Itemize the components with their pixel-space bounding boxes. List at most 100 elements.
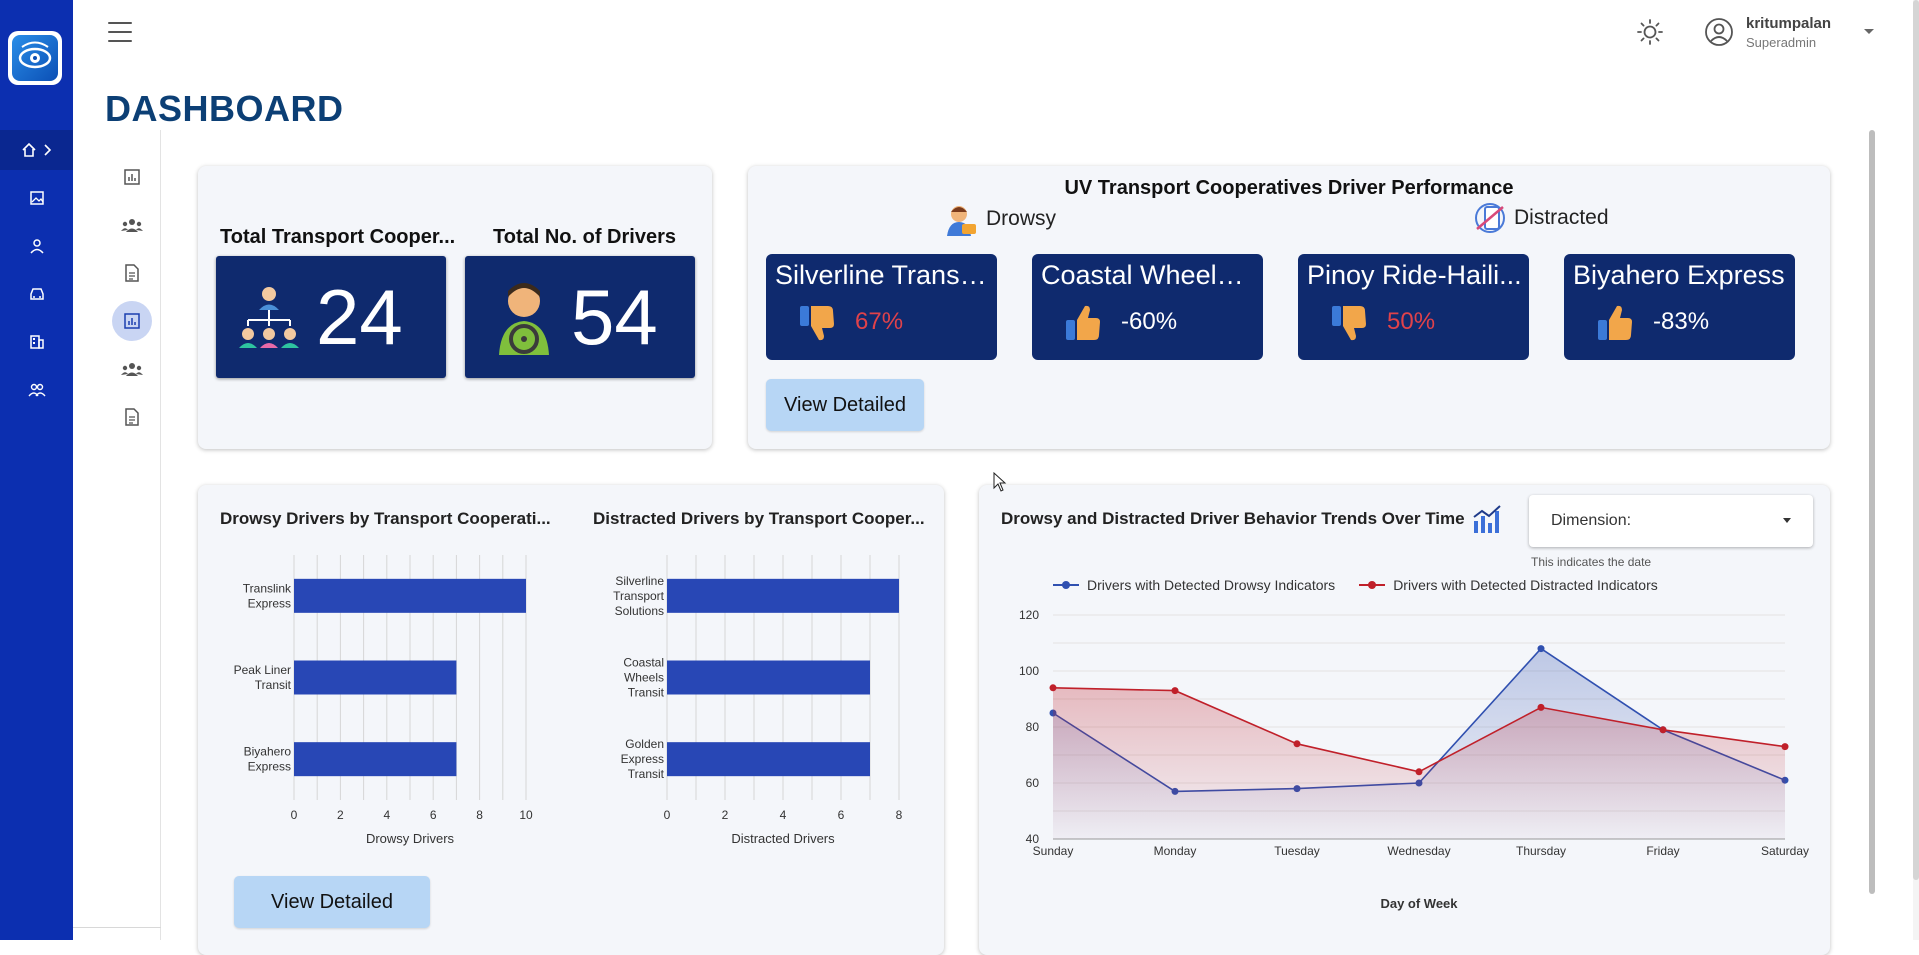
bar-charts-svg: Translink Express Peak Liner Transit Biyaher… — [234, 555, 903, 846]
legend-drowsy: Drowsy — [944, 202, 1056, 236]
x-tick-label: 6 — [838, 808, 845, 822]
subrail-divider — [160, 130, 161, 940]
legend-distracted-series[interactable]: Drivers with Detected Distracted Indicat… — [1359, 577, 1658, 593]
building-icon — [29, 335, 44, 349]
kpi-card: Total Transport Cooper... Total No. of D… — [198, 166, 712, 449]
y-tick-label: 80 — [1026, 720, 1040, 734]
bar — [294, 660, 457, 695]
trend-chart-title: Drowsy and Distracted Driver Behavior Tr… — [1001, 509, 1465, 528]
legend-distracted: Distracted — [1474, 202, 1609, 234]
x-tick-label: 2 — [337, 808, 344, 822]
distracted-chart-title: Distracted Drivers by Transport Cooper..… — [593, 509, 925, 528]
thumbs-up-icon — [1598, 305, 1632, 340]
x-tick-label: 6 — [430, 808, 437, 822]
nav-vehicles[interactable] — [0, 279, 73, 309]
category-label: Biyahero Express — [244, 745, 292, 774]
nav-users[interactable] — [0, 375, 73, 405]
x-tick-label: Tuesday — [1274, 844, 1320, 858]
x-tick-label: 4 — [383, 808, 390, 822]
coop-card-silverline[interactable]: Silverline Transp... 67% — [766, 254, 997, 360]
coop-card-coastal[interactable]: Coastal Wheels ... -60% — [1032, 254, 1263, 360]
x-tick-label: 10 — [519, 808, 533, 822]
nav-gallery[interactable] — [0, 183, 73, 213]
dimension-select[interactable]: Dimension: — [1529, 495, 1813, 547]
car-icon — [29, 288, 44, 300]
data-point — [1293, 740, 1301, 748]
eye-logo-icon — [12, 35, 58, 81]
data-point — [1049, 684, 1057, 692]
legend-swatch-drowsy — [1053, 579, 1079, 591]
x-axis-label: Drowsy Drivers — [366, 831, 455, 846]
trend-chart-svg: 406080100120Sunday Monday Tuesday Wednesday… — [1019, 608, 1809, 911]
nav-home[interactable] — [0, 130, 73, 170]
user-name: kritumpalan — [1746, 14, 1832, 32]
coop-percent: -60% — [1121, 308, 1178, 335]
coop-percent: 50% — [1387, 308, 1436, 335]
x-axis-label: Day of Week — [1380, 896, 1458, 911]
y-tick-label: 100 — [1019, 664, 1039, 678]
subnav-groups-2[interactable] — [112, 349, 152, 389]
coop-percent: 67% — [855, 308, 904, 335]
trend-chart-icon — [1473, 505, 1501, 533]
drowsy-chart-title: Drowsy Drivers by Transport Cooperati... — [220, 509, 551, 528]
y-tick-label: 120 — [1019, 608, 1039, 622]
dimension-label: Dimension: — [1551, 512, 1632, 529]
view-detailed-bars-button[interactable]: View Detailed — [234, 876, 430, 928]
hamburger-menu-icon[interactable] — [106, 20, 134, 44]
category-label: Coastal Wheels Transit — [623, 656, 664, 700]
document-icon — [125, 408, 139, 426]
theme-toggle-button[interactable] — [1634, 16, 1666, 48]
coop-name: Silverline Transp... — [775, 260, 990, 290]
data-point — [1659, 726, 1667, 734]
view-detailed-button[interactable]: View Detailed — [766, 379, 924, 431]
driver-icon — [499, 283, 549, 355]
coop-card-biyahero[interactable]: Biyahero Express -83% — [1564, 254, 1795, 360]
page-scrollbar[interactable] — [1913, 0, 1919, 880]
subrail-bottom-divider — [73, 927, 161, 928]
x-tick-label: Monday — [1154, 844, 1197, 858]
data-point — [1171, 687, 1179, 695]
nav-organizations[interactable] — [0, 327, 73, 357]
x-tick-label: Saturday — [1761, 844, 1809, 858]
y-tick-label: 60 — [1026, 776, 1040, 790]
gallery-icon — [29, 191, 44, 205]
data-point — [1781, 743, 1789, 751]
report-icon — [124, 169, 140, 185]
x-tick-label: 8 — [896, 808, 903, 822]
subnav-reports-active[interactable] — [112, 301, 152, 341]
category-label: Silverline Transport Solutions — [613, 574, 665, 618]
subnav-reports[interactable] — [112, 157, 152, 197]
content-scrollbar[interactable] — [1869, 130, 1875, 894]
coop-name: Pinoy Ride-Haili... — [1307, 260, 1522, 290]
kpi-drivers: 54 — [465, 256, 695, 378]
user-avatar-icon — [1705, 18, 1733, 46]
app-logo[interactable] — [8, 31, 62, 85]
group-icon — [121, 363, 143, 376]
bar — [667, 578, 899, 613]
trend-chart-card: Drowsy and Distracted Driver Behavior Tr… — [979, 485, 1830, 955]
legend-drowsy-series[interactable]: Drivers with Detected Drowsy Indicators — [1053, 577, 1335, 593]
user-menu[interactable]: kritumpalan Superadmin — [1704, 12, 1875, 52]
performance-title: UV Transport Cooperatives Driver Perform… — [1064, 177, 1514, 199]
bar — [667, 742, 870, 777]
series-area — [1053, 687, 1785, 839]
legend-swatch-distracted — [1359, 579, 1386, 591]
coop-card-pinoy[interactable]: Pinoy Ride-Haili... 50% — [1298, 254, 1529, 360]
coop-name: Biyahero Express — [1573, 260, 1785, 290]
legend-drowsy-label: Drowsy — [986, 207, 1057, 230]
kpi-value-drivers: 54 — [571, 272, 658, 361]
subnav-groups[interactable] — [112, 205, 152, 245]
subnav-documents-2[interactable] — [112, 397, 152, 437]
subnav-documents[interactable] — [112, 253, 152, 293]
category-label: Peak Liner Transit — [234, 663, 292, 692]
category-label: Translink Express — [243, 581, 292, 610]
kpi-label-cooperatives: Total Transport Cooper... — [220, 226, 456, 248]
dimension-help-text: This indicates the date — [1531, 555, 1652, 569]
nav-person[interactable] — [0, 231, 73, 261]
phone-distracted-icon — [1475, 203, 1505, 233]
x-tick-label: 0 — [664, 808, 671, 822]
group-icon — [121, 219, 143, 232]
bar-charts-card: Drowsy Drivers by Transport Cooperati...… — [198, 485, 944, 955]
bar — [294, 578, 526, 613]
data-point — [1415, 768, 1423, 776]
